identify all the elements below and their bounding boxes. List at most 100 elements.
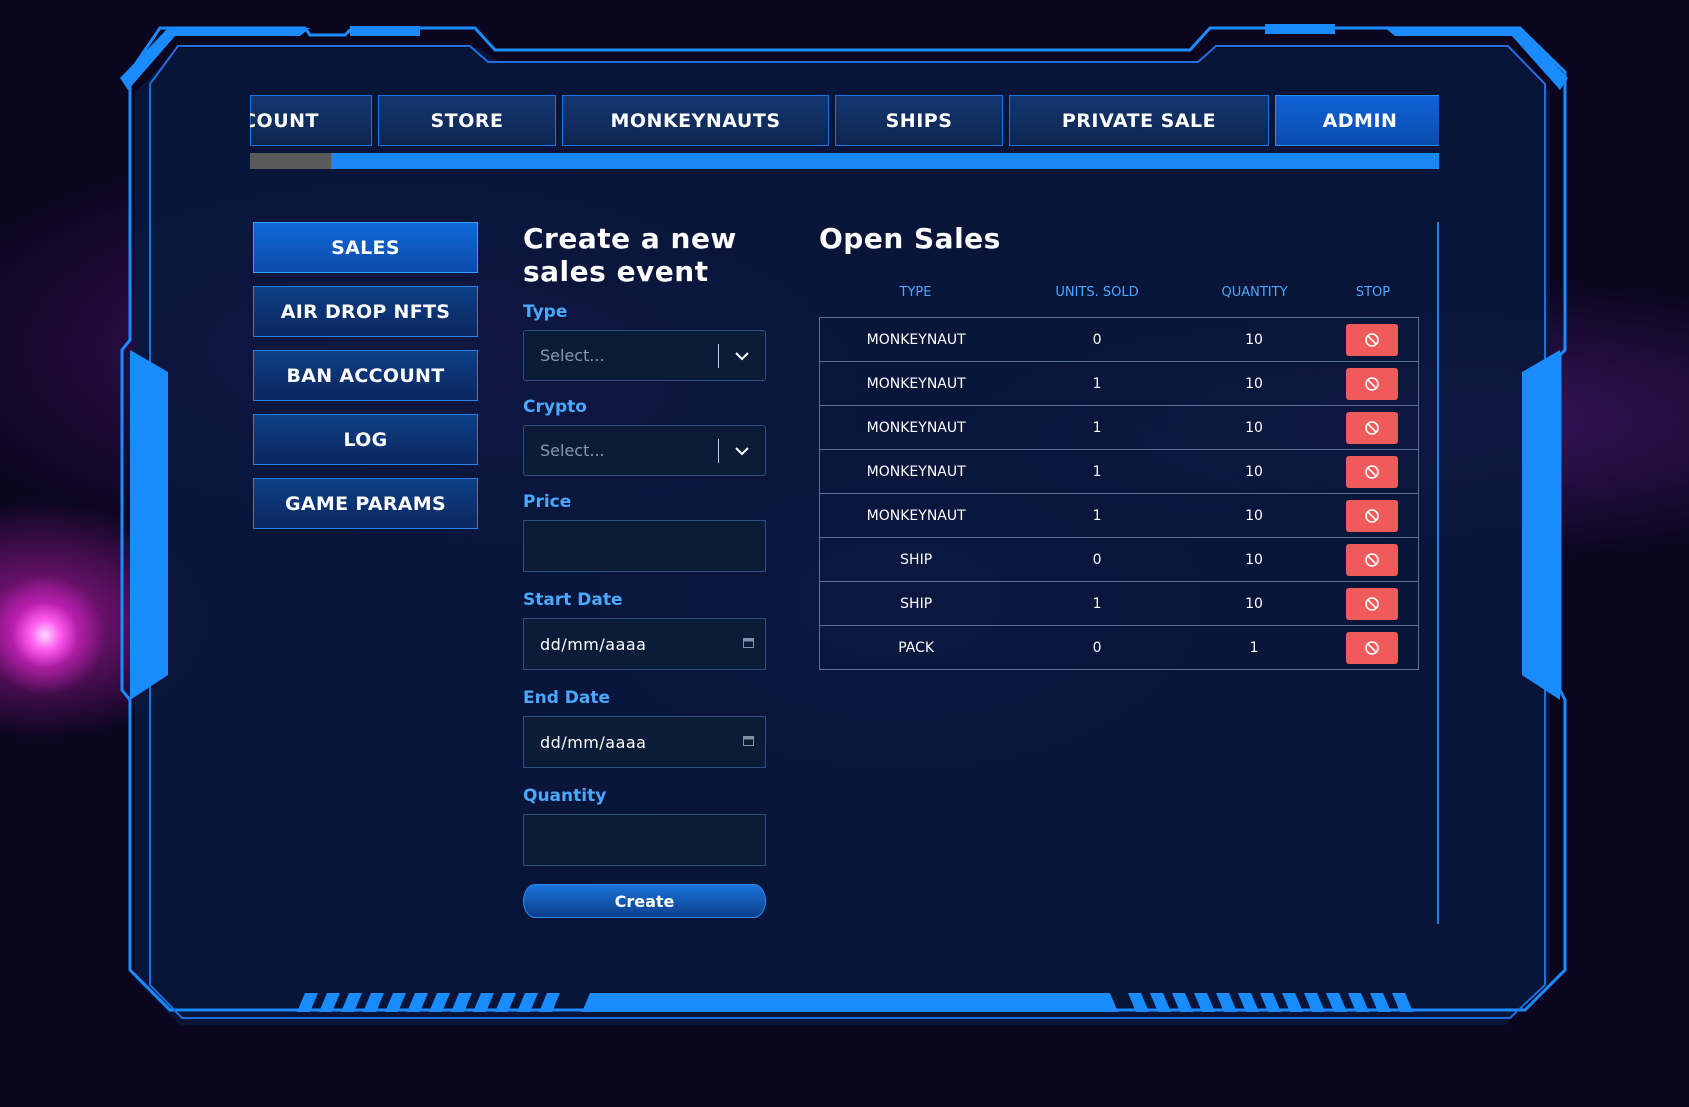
tab-private-sale[interactable]: PRIVATE SALE [1009, 95, 1269, 146]
sidebar-item-sales[interactable]: SALES [253, 222, 478, 273]
ban-icon [1365, 552, 1379, 567]
crypto-placeholder: Select... [540, 441, 605, 460]
stop-sale-button[interactable] [1346, 587, 1399, 620]
crypto-label: Crypto [523, 397, 587, 417]
cell-quantity: 10 [1245, 507, 1263, 524]
cell-stop [1326, 587, 1418, 620]
table-row: MONKEYNAUT 1 10 [820, 406, 1418, 450]
sidebar-item-label: GAME PARAMS [285, 492, 446, 515]
cell-stop [1326, 455, 1418, 488]
quantity-input[interactable] [523, 814, 766, 866]
cell-stop [1326, 631, 1418, 664]
sidebar-item-log[interactable]: LOG [253, 414, 478, 465]
stop-sale-button[interactable] [1346, 499, 1399, 532]
cell-quantity: 10 [1245, 463, 1263, 480]
cell-type: SHIP [900, 551, 933, 568]
stop-sale-button[interactable] [1346, 367, 1399, 400]
ban-icon [1365, 420, 1379, 435]
column-header-stop: STOP [1355, 284, 1391, 300]
cell-stop [1326, 411, 1418, 444]
table-row: MONKEYNAUT 1 10 [820, 362, 1418, 406]
column-header-quantity: QUANTITY [1221, 284, 1288, 300]
cell-units-sold: 1 [1092, 463, 1102, 480]
cell-type: MONKEYNAUT [866, 507, 966, 524]
stop-sale-button[interactable] [1346, 631, 1399, 664]
tab-label: PRIVATE SALE [1061, 109, 1217, 132]
cell-units-sold: 1 [1092, 595, 1102, 612]
tab-store[interactable]: STORE [378, 95, 556, 146]
calendar-icon[interactable] [731, 735, 765, 749]
sidebar-item-label: LOG [343, 428, 388, 451]
ban-icon [1365, 464, 1379, 479]
cell-stop [1326, 323, 1418, 356]
price-label: Price [523, 492, 572, 512]
cell-quantity: 10 [1245, 331, 1263, 348]
sidebar-item-ban-account[interactable]: BAN ACCOUNT [253, 350, 478, 401]
cell-type: MONKEYNAUT [866, 419, 966, 436]
type-label: Type [523, 302, 568, 322]
table-row: MONKEYNAUT 0 10 [820, 318, 1418, 362]
create-button-label: Create [614, 891, 675, 911]
end-date-label: End Date [523, 688, 611, 708]
table-row: PACK 0 1 [820, 626, 1418, 670]
cell-units-sold: 1 [1092, 375, 1102, 392]
cell-quantity: 10 [1245, 551, 1263, 568]
price-input[interactable] [523, 520, 766, 572]
admin-sidebar: SALES AIR DROP NFTS BAN ACCOUNT LOG GAME… [253, 222, 478, 542]
cell-quantity: 10 [1245, 419, 1263, 436]
table-header: TYPE UNITS. SOLD QUANTITY STOP [819, 277, 1419, 307]
tab-account[interactable]: COUNT [250, 95, 372, 146]
cell-units-sold: 0 [1092, 639, 1102, 656]
cell-stop [1326, 367, 1418, 400]
chevron-down-icon[interactable] [719, 442, 765, 460]
stop-sale-button[interactable] [1346, 323, 1399, 356]
tab-monkeynauts[interactable]: MONKEYNAUTS [562, 95, 829, 146]
crypto-select[interactable]: Select... [523, 425, 766, 476]
create-sales-form: Create a new sales event Type Select... … [523, 222, 766, 918]
cell-quantity: 1 [1249, 639, 1259, 656]
sidebar-item-label: AIR DROP NFTS [280, 300, 451, 323]
chevron-down-icon[interactable] [719, 347, 765, 365]
stop-sale-button[interactable] [1346, 455, 1399, 488]
end-date-value: dd/mm/aaaa [540, 732, 647, 752]
create-button[interactable]: Create [523, 884, 766, 918]
tab-ships[interactable]: SHIPS [835, 95, 1003, 146]
start-date-input[interactable]: dd/mm/aaaa [523, 618, 766, 670]
ban-icon [1365, 640, 1379, 655]
cell-stop [1326, 543, 1418, 576]
cell-type: MONKEYNAUT [866, 463, 966, 480]
quantity-label: Quantity [523, 786, 607, 806]
top-nav: COUNT STORE MONKEYNAUTS SHIPS PRIVATE SA… [250, 95, 1439, 146]
cell-type: PACK [898, 639, 935, 656]
start-date-label: Start Date [523, 590, 623, 610]
sidebar-item-label: SALES [331, 236, 400, 259]
table-row: SHIP 1 10 [820, 582, 1418, 626]
nav-scrollbar-thumb[interactable] [250, 153, 331, 169]
stop-sale-button[interactable] [1346, 411, 1399, 444]
tab-label: ADMIN [1322, 109, 1398, 132]
cell-stop [1326, 499, 1418, 532]
tab-label: MONKEYNAUTS [610, 109, 781, 132]
sales-table: MONKEYNAUT 0 10 MONKEYNAUT 1 10 MONKEYNAUT 1 10 M… [819, 317, 1419, 670]
sidebar-item-air-drop-nfts[interactable]: AIR DROP NFTS [253, 286, 478, 337]
form-title: Create a new sales event [523, 222, 737, 288]
sidebar-item-game-params[interactable]: GAME PARAMS [253, 478, 478, 529]
ban-icon [1365, 508, 1379, 523]
tab-label: SHIPS [885, 109, 953, 132]
tab-label: STORE [430, 109, 504, 132]
cell-type: SHIP [900, 595, 933, 612]
panel-scroll-track[interactable] [1437, 222, 1439, 924]
type-placeholder: Select... [540, 346, 605, 365]
calendar-icon[interactable] [731, 637, 765, 651]
end-date-input[interactable]: dd/mm/aaaa [523, 716, 766, 768]
type-select[interactable]: Select... [523, 330, 766, 381]
cell-quantity: 10 [1245, 375, 1263, 392]
tab-label: COUNT [250, 109, 319, 132]
table-row: SHIP 0 10 [820, 538, 1418, 582]
nav-scrollbar[interactable] [250, 153, 1439, 169]
cell-units-sold: 1 [1092, 507, 1102, 524]
stop-sale-button[interactable] [1346, 543, 1399, 576]
cell-units-sold: 1 [1092, 419, 1102, 436]
ban-icon [1365, 596, 1379, 611]
tab-admin[interactable]: ADMIN [1275, 95, 1439, 146]
